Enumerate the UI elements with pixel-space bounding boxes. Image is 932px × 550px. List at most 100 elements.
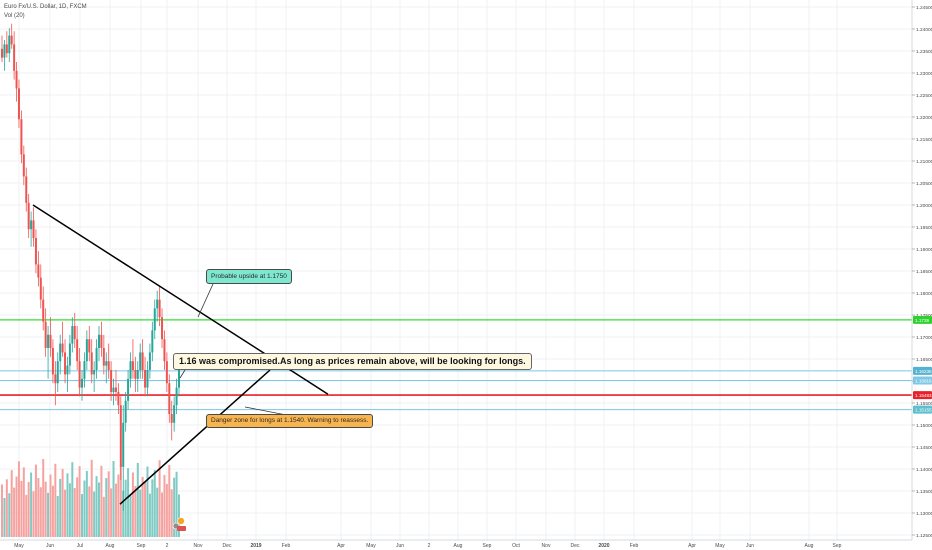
price-chart[interactable]: 1.24500 1.24000 1.23500 1.23000 1.22500 1.220… [0,0,932,550]
price-tick-label: 1.23500 [916,49,932,55]
candle-body [97,334,100,348]
volume-bar [139,489,142,537]
candle-body [151,330,154,353]
upside-callout[interactable]: Probable upside at 1.1750 [206,269,292,284]
candle-body [27,202,30,230]
candle-body [30,220,33,230]
candles [1,23,180,511]
volume-bar [136,462,139,537]
candle-body [95,348,98,370]
volume-bar [170,489,173,537]
volume-bar [129,495,132,537]
time-tick-label: Apr [337,543,345,549]
time-tick-label: Feb [282,543,291,549]
candle-body [165,361,168,384]
time-tick-label: Apr [688,543,696,549]
candle-body [22,154,25,177]
volume-bar [141,476,144,537]
volume-bar [5,479,8,537]
ascending-trendline [119,369,271,505]
candle-body [3,44,6,58]
candle-body [153,308,156,331]
upside-callout-pointer [197,283,214,318]
candle-body [131,361,134,370]
volume-bar [117,474,120,537]
volume-bar [90,459,93,537]
price-tick-label: 1.23000 [916,71,932,77]
volume-bar [15,476,18,537]
price-tick-label: 1.19500 [916,225,932,231]
volume-bar [66,473,69,537]
danger-zone-callout[interactable]: Danger zone for longs at 1.1540. Warning… [206,414,374,428]
volume-bar [10,470,13,537]
candle-body [114,387,117,392]
price-tick-label: 1.24500 [916,5,932,11]
price-tick-label: 1.22000 [916,115,932,121]
candle-body [42,299,45,322]
main-note-callout[interactable]: 1.16 was compromised.As long as prices r… [173,353,532,370]
volume-bar [78,466,81,537]
candle-body [49,334,52,348]
time-tick-label: May [715,543,725,549]
volume-bar [34,464,37,537]
time-tick-label: May [366,543,376,549]
candle-body [107,361,110,370]
candle-body [13,44,16,71]
time-tick-label: 2020 [598,543,609,549]
time-tick-label: Jun [746,543,754,549]
time-tick-label: 2019 [250,543,261,549]
price-axis[interactable]: 1.24500 1.24000 1.23500 1.23000 1.22500 1.220… [911,0,932,550]
price-tick-label: 1.24000 [916,27,932,33]
time-axis[interactable]: May Jun Jul Aug Sep 2 Nov Dec 2019 Feb Apr May Jun 2 A… [0,539,932,550]
candle-body [39,277,42,300]
volume-bar [156,487,159,537]
candle-body [163,339,166,362]
candle-body [54,374,57,384]
time-tick-label: Aug [454,543,463,549]
price-tick-label: 1.19000 [916,247,932,253]
candle-body [17,88,20,120]
price-tick-label: 1.21500 [916,137,932,143]
time-tick-label: Dec [571,543,580,549]
volume-bar [151,479,154,537]
time-tick-label: Nov [542,543,551,549]
candle-body [10,35,13,45]
volume-bar [42,459,45,537]
level-high-badge-label: 1.15816 [915,379,932,384]
candle-body [105,361,108,366]
volume-bar [161,492,164,537]
candle-body [34,238,37,265]
volume-bar [1,484,3,537]
time-tick-label: Jun [46,543,54,549]
volume-bar [88,486,91,537]
candle-body [78,361,81,388]
volume-bar [100,465,103,537]
volume-bar [39,487,42,537]
volume-bar [13,487,16,537]
candle-body [173,405,176,423]
volume-bar [81,494,84,537]
price-tick-label: 1.13500 [916,489,932,495]
time-tick-label: Oct [512,543,520,549]
candle-body [85,339,88,362]
volume-bar [30,472,33,537]
volume-bar [22,467,25,537]
volume-bar [32,491,35,537]
volume-bar [76,477,79,537]
price-tick-label: 1.20000 [916,203,932,209]
volume-bar [83,480,86,537]
candle-body [15,70,18,89]
candle-body [81,378,84,388]
symbol-title: Euro Fx/U.S. Dollar, 1D, FXCM [4,4,87,10]
price-tick-label: 1.17000 [916,335,932,341]
volume-bar [20,480,23,537]
candle-body [93,370,96,375]
candle-body [112,387,115,392]
candle-body [134,370,137,379]
candle-body [100,334,103,348]
time-tick-label: 2 [166,543,169,549]
volume-bar [37,478,40,537]
candle-body [119,405,122,467]
time-tick-label: Aug [805,543,814,549]
volume-bar [73,488,76,537]
